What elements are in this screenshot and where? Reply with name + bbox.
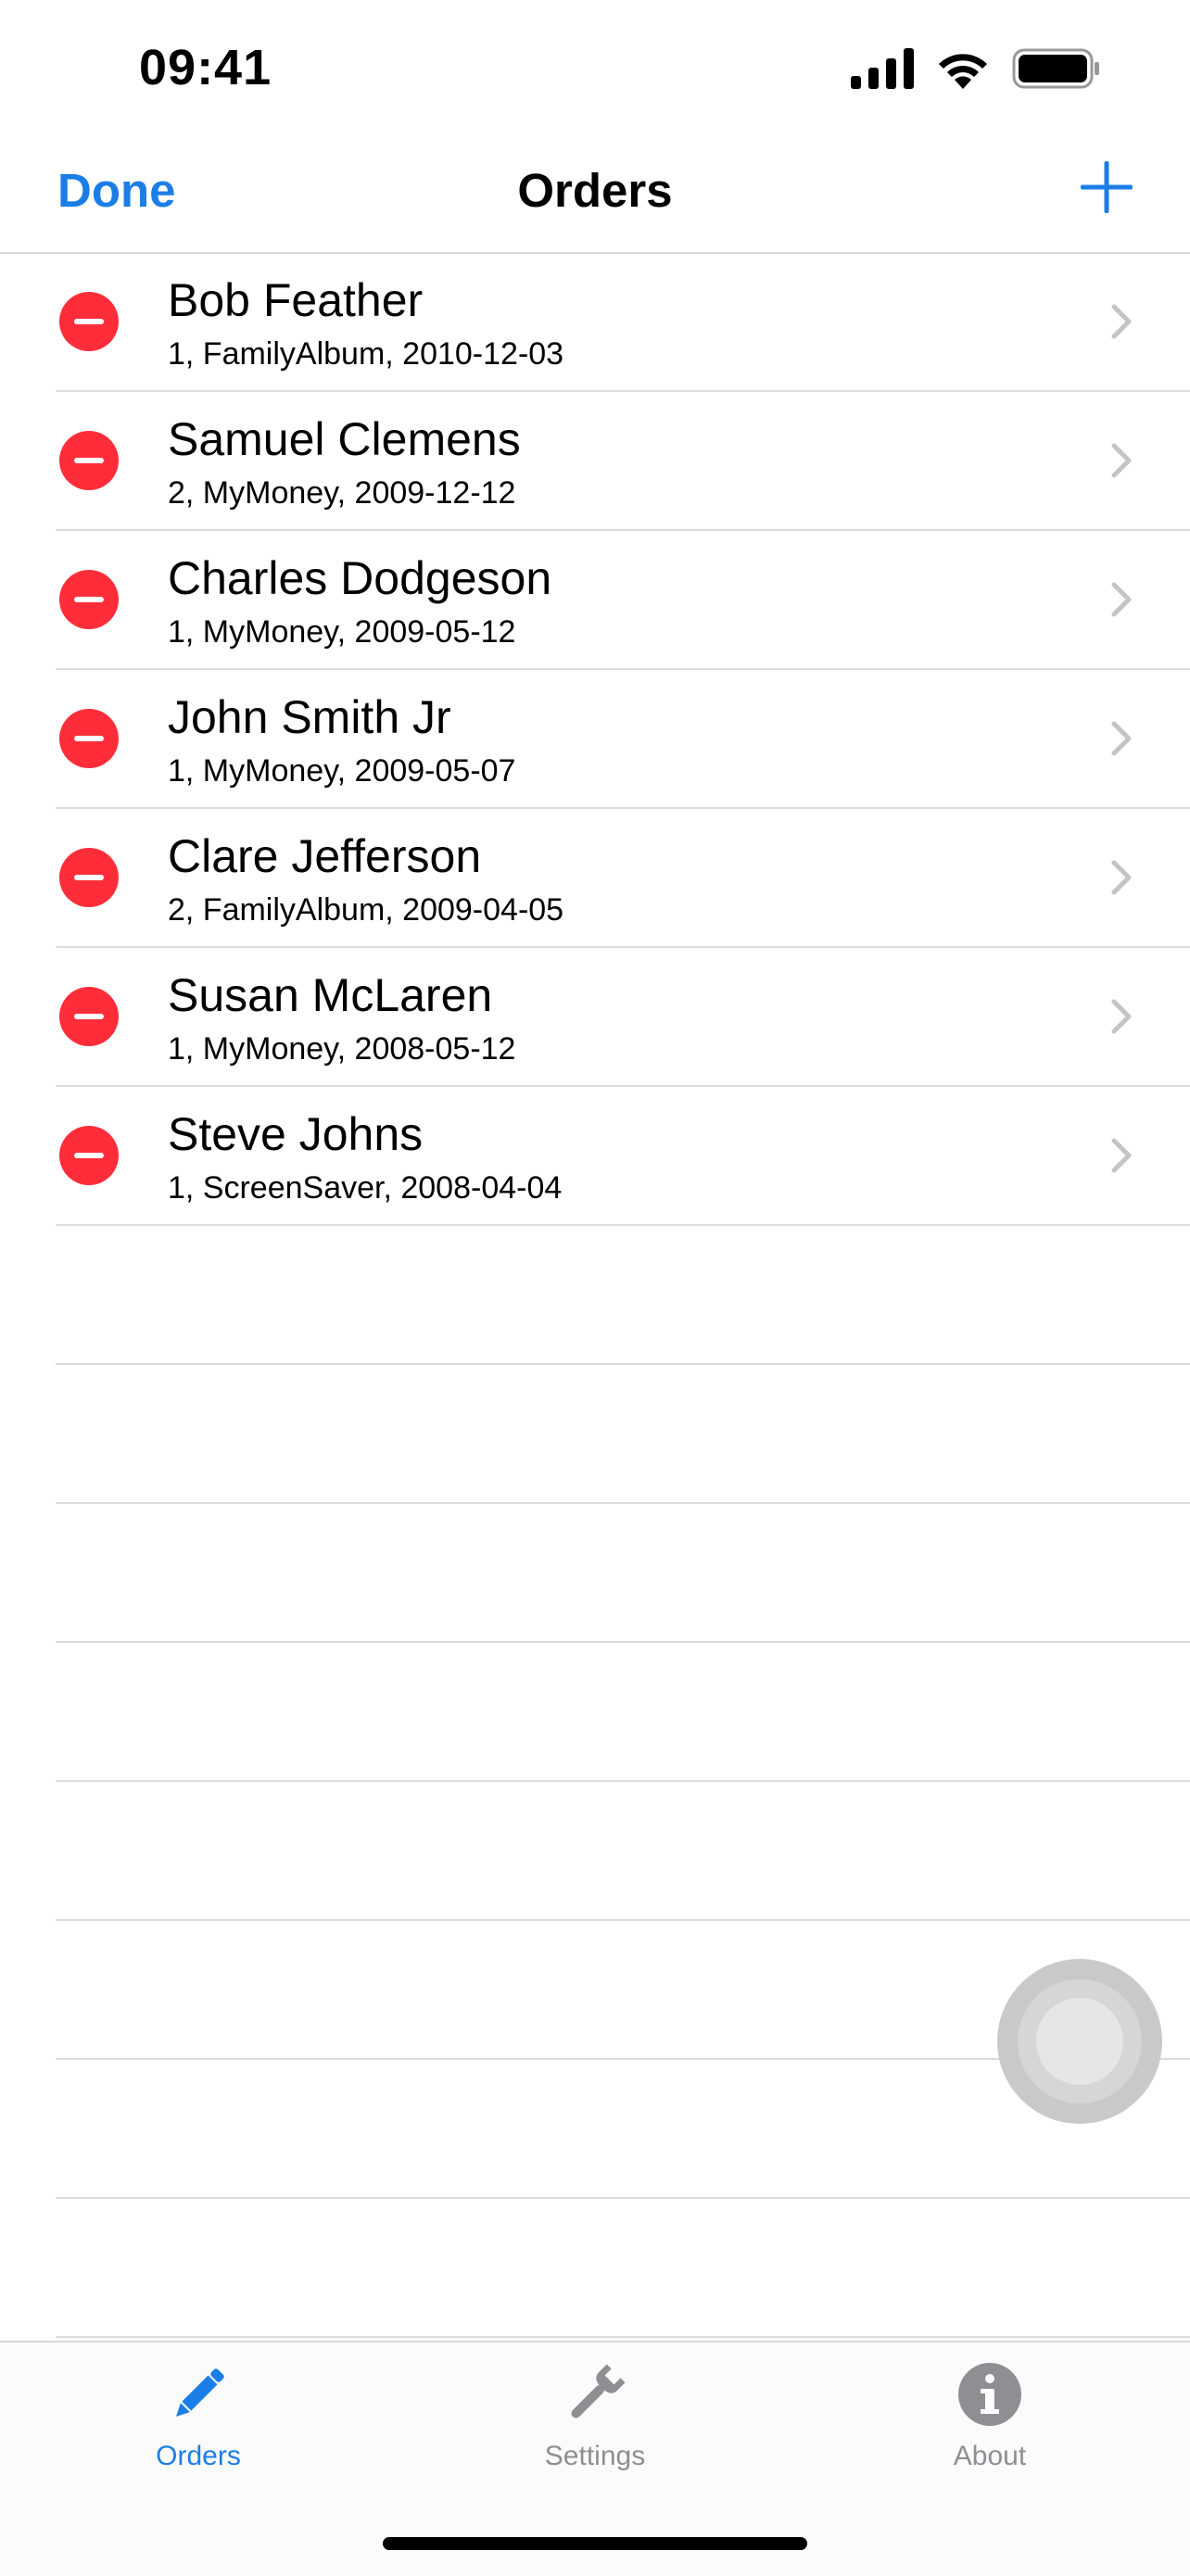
- delete-button[interactable]: [59, 709, 119, 768]
- chevron-right-icon: [1111, 1138, 1132, 1173]
- add-button[interactable]: [1079, 159, 1134, 215]
- chevron-right-icon: [1111, 999, 1132, 1034]
- order-detail: 1, MyMoney, 2009-05-12: [168, 614, 516, 650]
- page-title: Orders: [517, 164, 673, 217]
- assistive-touch-center: [1036, 1998, 1123, 2085]
- order-detail: 2, FamilyAlbum, 2009-04-05: [168, 892, 564, 928]
- empty-row: [56, 2199, 1190, 2338]
- home-indicator: [383, 2537, 807, 2550]
- status-icons: [851, 48, 1101, 89]
- tab-label: About: [953, 2441, 1027, 2471]
- order-name: Steve Johns: [168, 1108, 424, 1160]
- status-bar: 09:41: [0, 0, 1190, 139]
- tab-about[interactable]: About: [851, 2361, 1129, 2472]
- wifi-icon: [939, 54, 987, 89]
- order-name: Samuel Clemens: [168, 413, 521, 465]
- order-name: Charles Dodgeson: [168, 552, 552, 604]
- tab-settings[interactable]: Settings: [456, 2361, 734, 2472]
- order-name: Clare Jefferson: [168, 830, 482, 882]
- delete-button[interactable]: [59, 570, 119, 629]
- delete-button[interactable]: [59, 1126, 119, 1185]
- empty-row: [56, 1782, 1190, 1921]
- assistive-touch-button[interactable]: [997, 1959, 1162, 2124]
- order-row[interactable]: Charles Dodgeson 1, MyMoney, 2009-05-12: [56, 531, 1190, 670]
- order-name: John Smith Jr: [168, 691, 451, 743]
- order-row[interactable]: John Smith Jr 1, MyMoney, 2009-05-07: [56, 670, 1190, 809]
- delete-button[interactable]: [59, 848, 119, 907]
- battery-icon: [1012, 48, 1099, 89]
- order-detail: 2, MyMoney, 2009-12-12: [168, 475, 516, 511]
- order-row[interactable]: Clare Jefferson 2, FamilyAlbum, 2009-04-…: [56, 809, 1190, 948]
- order-detail: 1, MyMoney, 2009-05-07: [168, 753, 516, 789]
- delete-button[interactable]: [59, 987, 119, 1046]
- empty-row: [56, 1365, 1190, 1504]
- empty-row: [56, 1504, 1190, 1643]
- order-row[interactable]: Susan McLaren 1, MyMoney, 2008-05-12: [56, 948, 1190, 1087]
- pencil-icon: [175, 2368, 224, 2418]
- cellular-signal-icon: [851, 48, 914, 89]
- wrench-icon: [571, 2364, 626, 2418]
- order-detail: 1, ScreenSaver, 2008-04-04: [168, 1170, 563, 1206]
- delete-button[interactable]: [59, 431, 119, 490]
- order-detail: 1, FamilyAlbum, 2010-12-03: [168, 336, 564, 372]
- plus-icon: [1081, 161, 1133, 213]
- chevron-right-icon: [1111, 443, 1132, 478]
- empty-row: [56, 1226, 1190, 1365]
- chevron-right-icon: [1111, 304, 1132, 339]
- order-name: Susan McLaren: [168, 969, 493, 1021]
- tab-label: Orders: [156, 2441, 241, 2471]
- status-time: 09:41: [139, 40, 272, 95]
- order-row[interactable]: Bob Feather 1, FamilyAlbum, 2010-12-03: [56, 253, 1190, 392]
- delete-button[interactable]: [59, 292, 119, 351]
- order-row[interactable]: Steve Johns 1, ScreenSaver, 2008-04-04: [56, 1087, 1190, 1226]
- chevron-right-icon: [1111, 721, 1132, 756]
- order-name: Bob Feather: [168, 274, 424, 326]
- empty-row: [56, 1643, 1190, 1782]
- tab-orders[interactable]: Orders: [59, 2361, 337, 2472]
- navigation-bar: Done Orders: [0, 139, 1190, 254]
- info-icon: [958, 2363, 1021, 2426]
- chevron-right-icon: [1111, 582, 1132, 617]
- order-row[interactable]: Samuel Clemens 2, MyMoney, 2009-12-12: [56, 392, 1190, 531]
- chevron-right-icon: [1111, 860, 1132, 895]
- tab-label: Settings: [544, 2441, 646, 2471]
- order-detail: 1, MyMoney, 2008-05-12: [168, 1031, 516, 1067]
